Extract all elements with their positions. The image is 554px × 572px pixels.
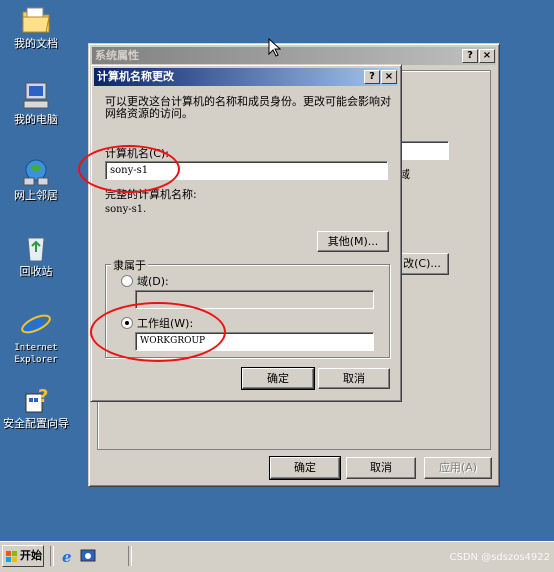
- security-wizard-icon: ?: [20, 384, 52, 416]
- recycle-bin-icon: [20, 232, 52, 264]
- cancel-button[interactable]: 取消: [318, 368, 390, 389]
- workgroup-input[interactable]: WORKGROUP: [135, 332, 374, 351]
- ok-button[interactable]: 确定: [269, 456, 341, 480]
- close-button[interactable]: ×: [381, 70, 397, 84]
- system-properties-titlebar[interactable]: 系统属性 ? ×: [92, 47, 496, 65]
- workgroup-radio[interactable]: [121, 317, 133, 329]
- internet-explorer-icon: e: [20, 308, 52, 343]
- apply-button[interactable]: 应用(A): [424, 457, 492, 479]
- desktop-icon-security-wizard[interactable]: ? 安全配置向导: [1, 384, 71, 430]
- start-button[interactable]: 开始: [2, 545, 44, 567]
- change-button[interactable]: 改(C)...: [395, 253, 449, 275]
- my-documents-icon: [20, 4, 52, 36]
- help-button[interactable]: ?: [364, 70, 380, 84]
- my-computer-icon: [20, 80, 52, 112]
- quicklaunch-desktop-icon[interactable]: [80, 548, 96, 564]
- full-computer-name-label: 完整的计算机名称:: [105, 188, 197, 201]
- computer-description-field[interactable]: [395, 141, 449, 160]
- desktop-icon-my-documents[interactable]: 我的文档: [1, 4, 71, 50]
- close-button[interactable]: ×: [479, 49, 495, 63]
- quicklaunch-ie-icon[interactable]: e: [60, 548, 76, 566]
- desktop-icon-recycle-bin[interactable]: 回收站: [1, 232, 71, 278]
- start-label: 开始: [20, 549, 42, 562]
- domain-label: 域(D):: [137, 275, 169, 288]
- radio-selected-dot: [125, 321, 129, 325]
- cancel-button[interactable]: 取消: [346, 457, 416, 479]
- computer-name-input[interactable]: sony-s1: [105, 161, 388, 180]
- mouse-cursor-icon: [268, 37, 282, 61]
- desktop-icon-my-computer[interactable]: 我的电脑: [1, 80, 71, 126]
- divider: [128, 546, 132, 566]
- svg-text:e: e: [24, 308, 43, 340]
- svg-text:?: ?: [38, 386, 48, 407]
- domain-radio[interactable]: [121, 275, 133, 287]
- network-places-icon: [20, 156, 52, 188]
- watermark: CSDN @sdszos4922: [449, 552, 550, 563]
- more-button[interactable]: 其他(M)...: [317, 231, 389, 252]
- member-of-title: 隶属于: [111, 257, 148, 273]
- system-properties-title: 系统属性: [95, 49, 139, 62]
- windows-logo-icon: [6, 550, 18, 562]
- computer-name-dialog-titlebar[interactable]: 计算机名称更改 ? ×: [94, 68, 398, 86]
- divider: [50, 546, 54, 566]
- help-button[interactable]: ?: [462, 49, 478, 63]
- desktop-icon-internet-explorer[interactable]: e Internet Explorer: [1, 308, 71, 366]
- dialog-title: 计算机名称更改: [97, 70, 174, 83]
- svg-text:e: e: [62, 548, 72, 564]
- desktop-icon-network-places[interactable]: 网上邻居: [1, 156, 71, 202]
- computer-name-dialog: 计算机名称更改 ? × 可以更改这台计算机的名称和成员身份。更改可能会影响对网络…: [90, 64, 402, 402]
- workgroup-label: 工作组(W):: [137, 317, 194, 330]
- full-computer-name-value: sony-s1.: [105, 204, 147, 215]
- domain-input[interactable]: [135, 290, 374, 309]
- dialog-description: 可以更改这台计算机的名称和成员身份。更改可能会影响对网络资源的访问。: [105, 95, 391, 120]
- taskbar: 开始 e CSDN @sdszos4922: [0, 541, 554, 572]
- computer-name-label: 计算机名(C):: [105, 147, 169, 160]
- ok-button[interactable]: 确定: [241, 367, 315, 390]
